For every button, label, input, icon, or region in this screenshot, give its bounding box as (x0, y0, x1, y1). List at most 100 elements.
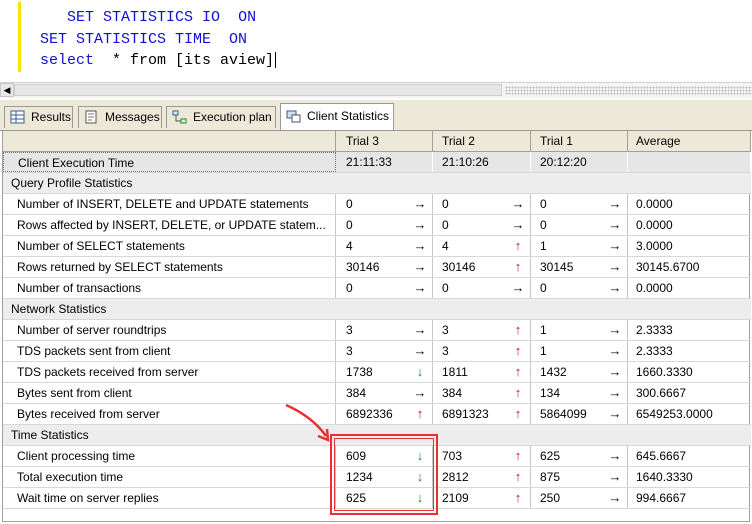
average-value: 300.6667 (628, 383, 751, 403)
cell-text: Client processing time (17, 449, 136, 463)
table-row[interactable]: Number of transactions 0 → 0 → 0 → 0.0000 (3, 278, 751, 299)
cell-text: 384 (442, 386, 463, 400)
annotation-arrow-icon (285, 403, 330, 442)
code-keyword: SET STATISTICS IO (67, 9, 221, 26)
cell-text: 3 (346, 344, 353, 358)
row-label: TDS packets sent from client (3, 341, 336, 361)
cell-text: 134 (540, 386, 561, 400)
grid-icon (10, 110, 25, 124)
trend-arrow-up-icon: ↑ (514, 385, 522, 400)
column-header-average[interactable]: Average (628, 131, 751, 151)
trend-arrow-right-icon: → (413, 217, 427, 232)
cell-text: 4 (346, 239, 353, 253)
client-execution-time-row[interactable]: Client Execution Time 21:11:33 21:10:26 … (3, 152, 751, 173)
splitter-grip[interactable] (505, 86, 752, 95)
row-label: Rows affected by INSERT, DELETE, or UPDA… (3, 215, 336, 235)
table-row[interactable]: Rows returned by SELECT statements 30146 →… (3, 257, 751, 278)
code-value: ON (238, 9, 257, 26)
tab-client-statistics[interactable]: Client Statistics (280, 103, 394, 130)
query-editor[interactable]: SET STATISTICS IO ON SET STATISTICS TIME… (0, 0, 752, 82)
tab-messages[interactable]: Messages (78, 106, 162, 128)
tab-execution-plan[interactable]: Execution plan (166, 106, 276, 128)
column-header-trial-3[interactable]: Trial 3 (336, 131, 433, 151)
cell-text: 6549253.0000 (636, 407, 713, 421)
table-row[interactable]: Bytes sent from client 384 → 384 ↑ 134 → 300.66… (3, 383, 751, 404)
cell-text: 875 (540, 470, 561, 484)
cell-text: 1640.3330 (636, 470, 693, 484)
cell-text: Rows affected by INSERT, DELETE, or UPDA… (17, 218, 326, 232)
table-row[interactable]: TDS packets sent from client 3 → 3 ↑ 1 → 2.3333 (3, 341, 751, 362)
trend-arrow-up-icon: ↑ (514, 469, 522, 484)
cell-text: 1 (540, 344, 547, 358)
cell-text: 3.0000 (636, 239, 673, 253)
average-value: 1640.3330 (628, 467, 751, 487)
trend-arrow-right-icon: → (511, 280, 525, 295)
table-row[interactable]: Number of INSERT, DELETE and UPDATE stat… (3, 194, 751, 215)
trend-arrow-right-icon: → (413, 322, 427, 337)
trend-arrow-right-icon: → (608, 322, 622, 337)
trend-arrow-right-icon: → (608, 385, 622, 400)
trend-arrow-right-icon: → (608, 490, 622, 505)
average-value (628, 152, 751, 172)
cell-text: 3 (442, 344, 449, 358)
cell-text: TDS packets received from server (17, 365, 199, 379)
cell-text: 6892336 (346, 407, 393, 421)
column-header-trial-2[interactable]: Trial 2 (433, 131, 531, 151)
cell-text: 4 (442, 239, 449, 253)
table-row[interactable]: Bytes received from server 6892336 ↑ 689132… (3, 404, 751, 425)
row-label: Total execution time (3, 467, 336, 487)
row-label: Client Execution Time (3, 152, 336, 172)
table-row[interactable]: TDS packets received from server 1738 ↓ 181… (3, 362, 751, 383)
trend-arrow-right-icon: → (511, 217, 525, 232)
cell-text: 0 (346, 281, 353, 295)
cell-text: 0 (346, 197, 353, 211)
cell-text: 30146 (346, 260, 380, 274)
cell-text: 30146 (442, 260, 476, 274)
cell-text: 0 (442, 281, 449, 295)
average-value: 645.6667 (628, 446, 751, 466)
messages-icon (85, 110, 97, 124)
cell-text: 703 (442, 449, 463, 463)
average-value: 0.0000 (628, 215, 751, 235)
cell-text: 0.0000 (636, 218, 673, 232)
trend-arrow-up-icon: ↑ (514, 406, 522, 421)
trend-arrow-right-icon: → (511, 196, 525, 211)
cell-text: 5864099 (540, 407, 587, 421)
average-value: 0.0000 (628, 278, 751, 298)
tab-label: Messages (105, 110, 160, 124)
trend-arrow-up-icon: ↑ (514, 238, 522, 253)
tab-results[interactable]: Results (4, 106, 73, 128)
column-header-trial-1[interactable]: Trial 1 (531, 131, 628, 151)
trend-arrow-right-icon: → (608, 448, 622, 463)
trend-arrow-right-icon: → (608, 469, 622, 484)
average-value: 2.3333 (628, 320, 751, 340)
table-row[interactable]: Number of SELECT statements 4 → 4 ↑ 1 → 3.0000 (3, 236, 751, 257)
cell-text: 1738 (346, 365, 373, 379)
trial-3-value: 21:11:33 (336, 152, 433, 172)
cell-text: 2.3333 (636, 323, 673, 337)
row-label: Wait time on server replies (3, 488, 336, 508)
client-statistics-icon (286, 110, 301, 123)
cell-text: Number of INSERT, DELETE and UPDATE stat… (17, 197, 309, 211)
cell-text: 0.0000 (636, 197, 673, 211)
table-row[interactable]: Number of server roundtrips 3 → 3 ↑ 1 → 2.3333 (3, 320, 751, 341)
cell-text: 994.6667 (636, 491, 687, 505)
scrollbar-thumb[interactable] (14, 84, 502, 96)
cell-text: 2.3333 (636, 344, 673, 358)
trend-arrow-up-icon: ↑ (514, 259, 522, 274)
cell-text: 1 (540, 239, 547, 253)
table-row[interactable]: Rows affected by INSERT, DELETE, or UPDA… (3, 215, 751, 236)
tab-label: Client Statistics (307, 109, 390, 123)
code-line-3: select * from [its aview] (40, 52, 277, 69)
cell-text: 3 (346, 323, 353, 337)
scroll-left-arrow-icon[interactable]: ◀ (0, 83, 14, 97)
trial-2-value: 21:10:26 (433, 152, 531, 172)
trend-arrow-right-icon: → (413, 343, 427, 358)
average-value: 30145.6700 (628, 257, 751, 277)
average-value: 2.3333 (628, 341, 751, 361)
editor-horizontal-scrollbar[interactable]: ◀ (0, 82, 752, 98)
cell-text: Number of SELECT statements (17, 239, 185, 253)
tab-label: Results (31, 110, 72, 124)
cell-text: TDS packets sent from client (17, 344, 171, 358)
average-value: 3.0000 (628, 236, 751, 256)
